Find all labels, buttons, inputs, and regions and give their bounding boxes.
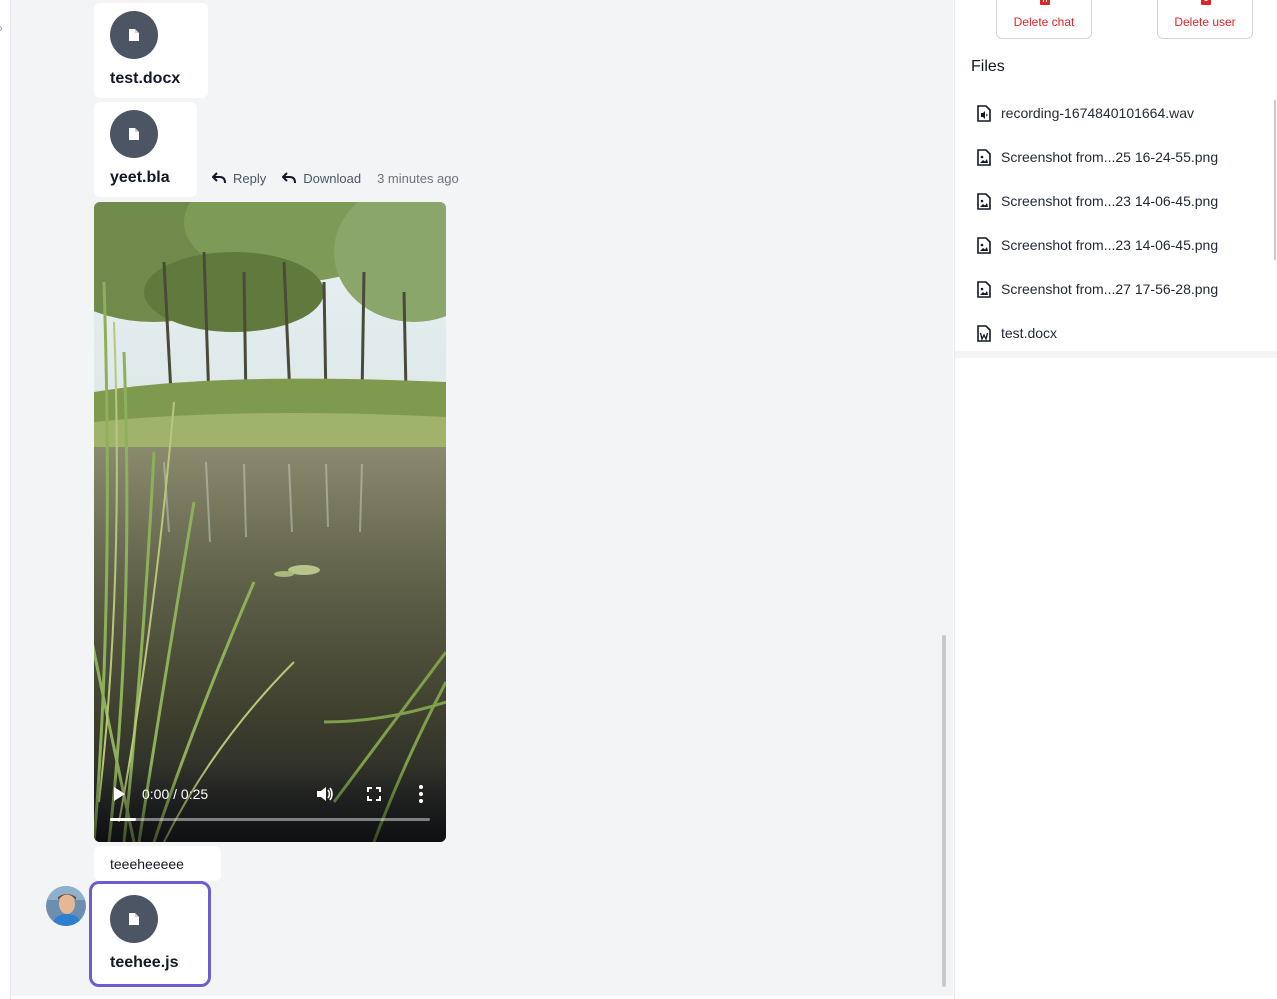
file-list-name: Screenshot from...27 17-56-28.png	[1001, 281, 1219, 297]
text-message[interactable]: teeeheeeee	[94, 846, 221, 881]
reply-button[interactable]: Reply	[212, 171, 266, 186]
video-frame	[94, 202, 446, 842]
file-message-test-docx[interactable]: test.docx	[94, 3, 208, 98]
file-icon	[110, 11, 158, 59]
files-heading: Files	[971, 58, 1005, 75]
image-file-icon	[977, 280, 991, 298]
video-player[interactable]: 0:00 / 0:25	[94, 202, 446, 842]
file-name: teehee.js	[110, 954, 179, 971]
file-list-name: Screenshot from...23 14-06-45.png	[1001, 193, 1219, 209]
chat-info-sidebar: Delete chat Delete user Files recording-…	[954, 0, 1277, 999]
file-message-teehee-js[interactable]: teehee.js	[89, 881, 211, 987]
more-options-icon[interactable]	[418, 784, 424, 804]
word-file-icon	[977, 324, 991, 342]
chat-scrollbar[interactable]	[942, 635, 946, 987]
image-file-icon	[977, 236, 991, 254]
files-section-divider	[955, 351, 1277, 358]
avatar[interactable]	[46, 886, 86, 926]
video-time: 0:00 / 0:25	[142, 786, 209, 802]
file-list-item[interactable]: test.docx	[977, 323, 1057, 343]
volume-icon[interactable]	[316, 785, 334, 803]
message-timestamp: 3 minutes ago	[377, 170, 459, 186]
delete-chat-button[interactable]: Delete chat	[996, 0, 1092, 39]
file-list-item[interactable]: Screenshot from...23 14-06-45.png	[977, 191, 1218, 211]
left-panel-edge	[0, 0, 11, 999]
delete-chat-label: Delete chat	[1013, 15, 1075, 29]
reply-icon	[212, 172, 226, 184]
file-list-name: Screenshot from...23 14-06-45.png	[1001, 237, 1219, 253]
image-file-icon	[977, 148, 991, 166]
download-icon	[282, 172, 297, 184]
delete-user-label: Delete user	[1174, 15, 1236, 29]
file-list-item[interactable]: recording-1674840101664.wav	[977, 103, 1194, 123]
file-list-item[interactable]: Screenshot from...27 17-56-28.png	[977, 279, 1218, 299]
file-icon	[110, 110, 158, 158]
files-scrollbar[interactable]	[1274, 100, 1276, 260]
file-name: yeet.bla	[110, 169, 170, 186]
trash-icon	[1040, 0, 1050, 5]
chat-messages-area[interactable]: test.docx yeet.bla Reply Download 3 minu…	[11, 0, 953, 996]
file-list-name: test.docx	[1001, 325, 1058, 341]
video-progress-bar[interactable]	[110, 818, 430, 821]
video-controls: 0:00 / 0:25	[94, 762, 446, 842]
message-actions: Reply Download 3 minutes ago	[212, 169, 459, 187]
play-icon[interactable]	[112, 786, 126, 802]
file-list-name: recording-1674840101664.wav	[1001, 105, 1195, 121]
delete-user-button[interactable]: Delete user	[1157, 0, 1253, 39]
file-name: test.docx	[110, 70, 181, 87]
file-message-yeet-bla[interactable]: yeet.bla	[94, 102, 197, 197]
file-list-item[interactable]: Screenshot from...23 14-06-45.png	[977, 235, 1218, 255]
reply-label: Reply	[233, 170, 267, 186]
user-remove-icon	[1201, 0, 1211, 5]
file-list-item[interactable]: Screenshot from...25 16-24-55.png	[977, 147, 1218, 167]
file-icon	[110, 895, 158, 943]
download-label: Download	[303, 170, 362, 186]
file-list-name: Screenshot from...25 16-24-55.png	[1001, 149, 1219, 165]
download-button[interactable]: Download	[282, 171, 361, 186]
video-progress-fill	[110, 818, 136, 821]
files-list: recording-1674840101664.wav Screenshot f…	[955, 90, 1277, 352]
audio-file-icon	[977, 104, 991, 122]
panel-edge-indicator	[0, 26, 2, 31]
image-file-icon	[977, 192, 991, 210]
fullscreen-icon[interactable]	[367, 787, 381, 801]
